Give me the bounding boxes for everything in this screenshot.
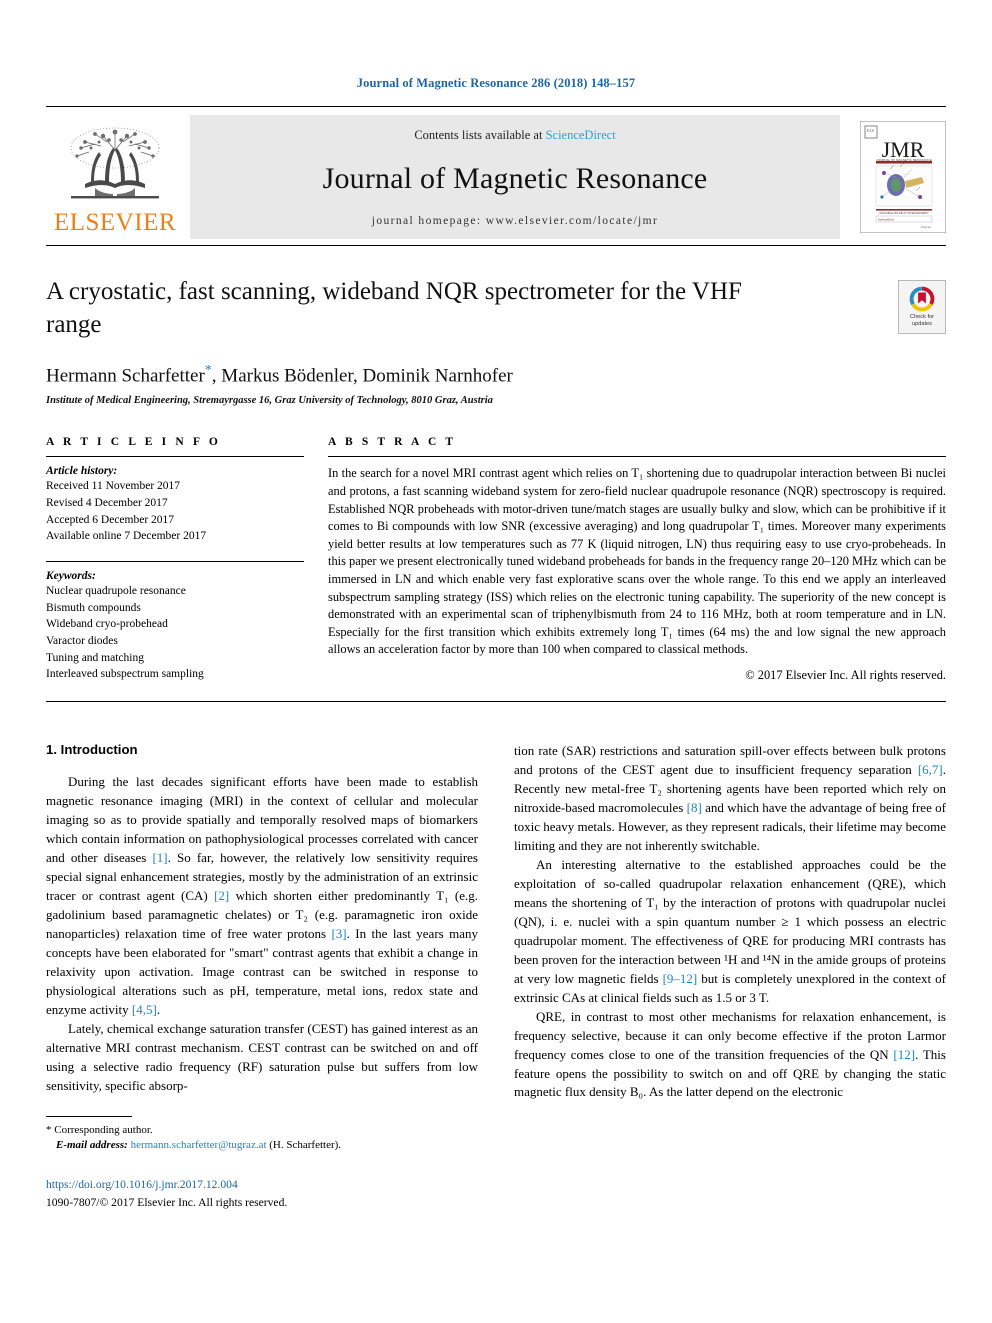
elsevier-tree-icon [70,127,160,199]
contents-prefix: Contents lists available at [414,128,546,142]
citation-link[interactable]: [8] [687,800,702,815]
abstract-copyright: © 2017 Elsevier Inc. All rights reserved… [745,668,946,683]
issn-copyright-line: 1090-7807/© 2017 Elsevier Inc. All right… [46,1195,288,1209]
author-names-rest: , Markus Bödenler, Dominik Narnhofer [211,365,513,387]
article-info-rule [46,456,304,458]
email-link[interactable]: hermann.scharfetter@tugraz.at [131,1139,267,1151]
svg-text:ELS: ELS [867,128,874,133]
journal-title: Journal of Magnetic Resonance [322,162,708,195]
article-history-accepted: Accepted 6 December 2017 [46,513,175,526]
svg-text:JOURNAL OF MAGNETIC RESONANCE: JOURNAL OF MAGNETIC RESONANCE [876,158,931,162]
keywords-label: Keywords: [46,570,96,583]
footnote-rule [46,1115,132,1117]
contents-list-line: Contents lists available at ScienceDirec… [414,128,615,143]
keyword-item: Wideband cryo-probehead [46,618,168,631]
info-abstract-section: A R T I C L E I N F O Article history: R… [46,436,946,683]
keyword-item: Interleaved subspectrum sampling [46,668,204,681]
doi-link[interactable]: https://doi.org/10.1016/j.jmr.2017.12.00… [46,1176,478,1193]
citation-link[interactable]: [3] [331,926,346,941]
corresponding-author-text: Corresponding author. [54,1123,153,1136]
citation-link[interactable]: [9–12] [663,971,698,986]
body-columns: 1. Introduction During the last decades … [46,742,946,1211]
abstract-text: In the search for a novel MRI contrast a… [328,466,946,657]
journal-homepage-line[interactable]: journal homepage: www.elsevier.com/locat… [372,215,658,227]
abstract-bottom-rule [46,701,946,703]
author-list: Hermann Scharfetter*, Markus Bödenler, D… [46,363,946,387]
abstract-column: A B S T R A C T In the search for a nove… [328,436,946,683]
jmr-cover-image: ELS JMR JOURNAL OF MAGNETIC RESONANCE AV… [860,121,946,233]
body-column-right: tion rate (SAR) restrictions and saturat… [514,742,946,1211]
svg-text:Elsevier: Elsevier [921,225,931,229]
masthead-bottom-rule [46,245,946,246]
paragraph: Lately, chemical exchange saturation tra… [46,1020,478,1093]
crossmark-badge[interactable]: Check for updates [898,280,946,334]
abstract-heading: A B S T R A C T [328,436,457,449]
citation-link[interactable]: [1] [152,850,167,865]
running-head: Journal of Magnetic Resonance 286 (2018)… [356,76,636,90]
abstract-rule [328,456,946,458]
masthead-center-panel: Contents lists available at ScienceDirec… [190,115,840,239]
svg-text:ScienceDirect: ScienceDirect [878,218,894,222]
article-page: Journal of Magnetic Resonance 286 (2018)… [0,0,992,1323]
body-column-left: 1. Introduction During the last decades … [46,742,478,1211]
keyword-item: Tuning and matching [46,651,144,664]
crossmark-label: Check for updates [910,314,934,328]
keyword-item: Varactor diodes [46,635,118,648]
crossmark-label-line2: updates [912,321,932,327]
affiliation: Institute of Medical Engineering, Strema… [46,395,493,407]
title-block: A cryostatic, fast scanning, wideband NQ… [46,276,946,406]
keyword-item: Bismuth compounds [46,601,141,614]
article-history-online: Available online 7 December 2017 [46,530,207,543]
citation-link[interactable]: [2] [214,888,229,903]
citation-link[interactable]: [6,7] [918,762,943,777]
corresponding-author-marker: * [204,363,212,378]
page-title: A cryostatic, fast scanning, wideband NQ… [46,278,742,338]
article-history-received: Received 11 November 2017 [46,480,181,493]
corresponding-author-note: * Corresponding author. [46,1123,478,1139]
article-info-column: A R T I C L E I N F O Article history: R… [46,436,328,683]
citation-link[interactable]: [4,5] [132,1002,157,1017]
crossmark-label-line1: Check for [910,314,934,321]
elsevier-logo: ELSEVIER [46,115,184,239]
sciencedirect-link[interactable]: ScienceDirect [546,128,616,142]
email-label: E-mail address: [56,1139,128,1152]
paragraph: During the last decades significant effo… [46,774,479,1017]
email-owner: (H. Scharfetter). [269,1139,342,1152]
keyword-item: Nuclear quadrupole resonance [46,585,186,598]
section-heading-introduction: 1. Introduction [46,742,138,758]
author-names-primary: Hermann Scharfetter [46,365,205,387]
journal-masthead: ELSEVIER Contents lists available at Sci… [46,115,946,239]
paragraph: An interesting alternative to the establ… [514,856,946,1005]
email-note: E-mail address: hermann.scharfetter@tugr… [46,1138,478,1154]
keywords-rule [46,561,304,563]
svg-text:AVAILABLE ONLINE AT SCIENCEDIR: AVAILABLE ONLINE AT SCIENCEDIRECT [879,211,929,215]
article-history-revised: Revised 4 December 2017 [46,497,168,509]
paragraph: tion rate (SAR) restrictions and saturat… [514,743,946,853]
citation-link[interactable]: [12] [893,1047,915,1062]
journal-cover-thumbnail: ELS JMR JOURNAL OF MAGNETIC RESONANCE AV… [846,115,946,239]
crossmark-icon [909,286,935,312]
article-info-heading: A R T I C L E I N F O [46,436,221,449]
elsevier-wordmark: ELSEVIER [53,209,177,236]
doi-block: https://doi.org/10.1016/j.jmr.2017.12.00… [46,1176,478,1211]
paragraph: QRE, in contrast to most other mechanism… [514,1008,946,1100]
footnote-block: * Corresponding author. E-mail address: … [46,1115,478,1155]
article-history-label: Article history: [46,465,118,478]
header-rule [46,106,946,107]
footnote-star: * [46,1123,52,1136]
